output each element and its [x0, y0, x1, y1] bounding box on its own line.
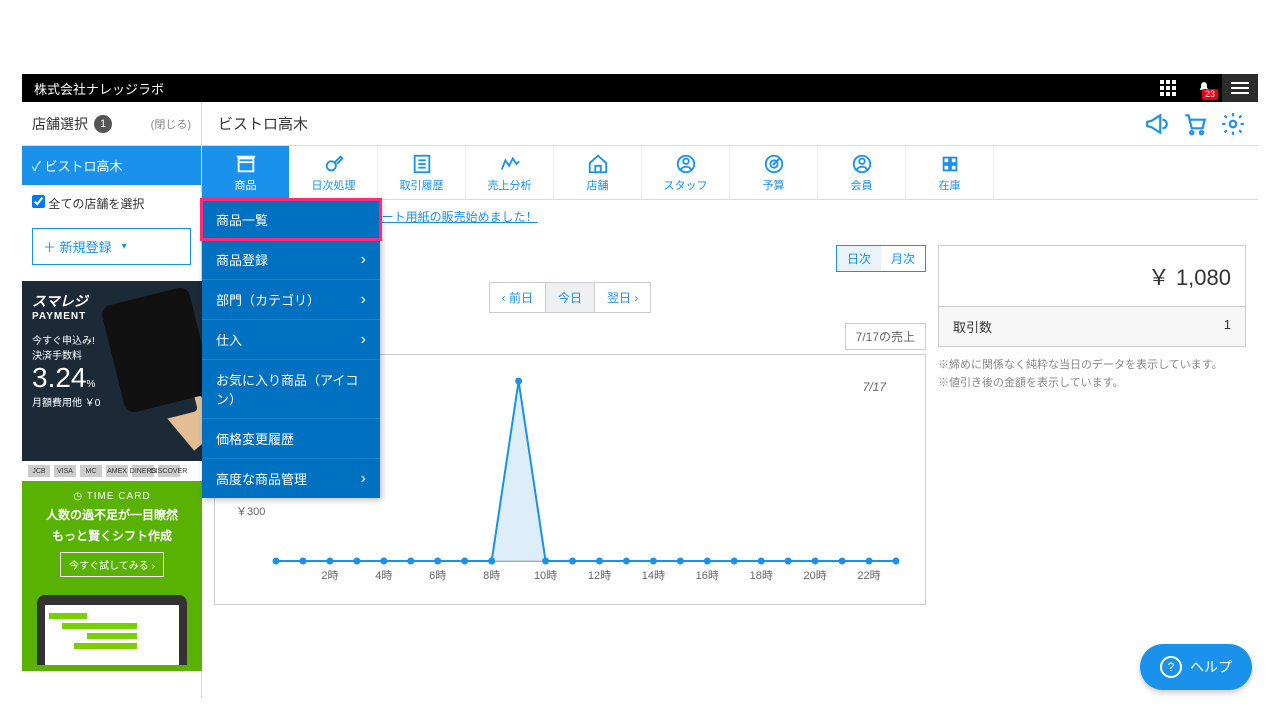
dropdown-item[interactable]: 高度な商品管理 [202, 458, 380, 498]
dropdown-item[interactable]: 部門（カテゴリ） [202, 279, 380, 319]
bell-icon[interactable]: 23 [1186, 74, 1222, 102]
tab-商品[interactable]: 商品 [202, 146, 290, 199]
card-brands-row: JCBVISAMCAMEXDINERSDISCOVER [22, 461, 202, 481]
svg-text:12時: 12時 [588, 569, 611, 582]
summary-panel: ￥ 1,080 取引数 1 [938, 245, 1246, 347]
product-dropdown: 商品一覧商品登録部門（カテゴリ）仕入お気に入り商品（アイコン）価格変更履歴高度な… [202, 200, 380, 498]
view-toggle: 日次 月次 [836, 245, 926, 272]
tab-在庫[interactable]: 在庫 [906, 146, 994, 199]
summary-tx-label: 取引数 [953, 317, 992, 336]
sidebar: ビストロ高木 全ての店舗を選択 ＋ 新規登録 スマレジ PAYMENT 今すぐ申… [22, 146, 202, 698]
svg-text:14時: 14時 [642, 569, 665, 582]
store-name: ビストロ高木 [202, 113, 1144, 134]
tab-会員[interactable]: 会員 [818, 146, 906, 199]
tab-取引履歴[interactable]: 取引履歴 [378, 146, 466, 199]
main-area: 商品日次処理取引履歴売上分析店舗スタッフ予算会員在庫 商品一覧商品登録部門（カテ… [202, 146, 1258, 698]
store-close-link[interactable]: (閉じる) [151, 116, 191, 132]
svg-text:￥300: ￥300 [236, 506, 265, 518]
svg-text:4時: 4時 [375, 569, 392, 582]
tab-スタッフ[interactable]: スタッフ [642, 146, 730, 199]
announce-icon[interactable] [1144, 111, 1170, 137]
gear-icon[interactable] [1220, 111, 1246, 137]
tab-予算[interactable]: 予算 [730, 146, 818, 199]
sidebar-selected-store[interactable]: ビストロ高木 [22, 146, 201, 185]
svg-text:6時: 6時 [429, 569, 446, 582]
promo-timecard[interactable]: TIME CARD 人数の過不足が一目瞭然 もっと賢くシフト作成 今すぐ試してみ… [22, 481, 202, 671]
cart-icon[interactable] [1182, 111, 1208, 137]
svg-text:7/17: 7/17 [863, 380, 888, 394]
notif-count-badge: 23 [1202, 89, 1218, 100]
tab-店舗[interactable]: 店舗 [554, 146, 642, 199]
toggle-daily[interactable]: 日次 [837, 246, 881, 271]
dropdown-item[interactable]: 仕入 [202, 319, 380, 359]
hamburger-icon[interactable] [1222, 74, 1258, 102]
date-today[interactable]: 今日 [546, 283, 595, 312]
store-selector[interactable]: 店舗選択 1 (閉じる) [22, 102, 202, 145]
svg-text:22時: 22時 [857, 569, 880, 582]
new-register-button[interactable]: ＋ 新規登録 [32, 228, 191, 265]
svg-text:20時: 20時 [804, 569, 827, 582]
store-count-badge: 1 [94, 115, 112, 133]
svg-text:10時: 10時 [534, 569, 557, 582]
all-stores-checkbox[interactable]: 全ての店舗を選択 [22, 185, 201, 222]
help-button[interactable]: ヘルプ [1140, 644, 1252, 690]
promo-smaregi-payment[interactable]: スマレジ PAYMENT 今すぐ申込み! 決済手数料 3.24% 月額費用他 ￥… [22, 281, 202, 461]
svg-text:18時: 18時 [750, 569, 773, 582]
secondary-header: 店舗選択 1 (閉じる) ビストロ高木 [22, 102, 1258, 146]
svg-text:2時: 2時 [321, 569, 338, 582]
summary-notes: ※締めに関係なく純粋な当日のデータを表示しています。※値引き後の金額を表示してい… [938, 357, 1246, 392]
dropdown-item[interactable]: 商品登録 [202, 239, 380, 279]
dropdown-item[interactable]: 価格変更履歴 [202, 418, 380, 458]
dropdown-item[interactable]: お気に入り商品（アイコン） [202, 359, 380, 418]
tab-売上分析[interactable]: 売上分析 [466, 146, 554, 199]
date-pager: ‹ 前日 今日 翌日 › [489, 282, 652, 313]
date-next[interactable]: 翌日 › [595, 283, 650, 312]
nav-tabs: 商品日次処理取引履歴売上分析店舗スタッフ予算会員在庫 [202, 146, 1258, 200]
tab-日次処理[interactable]: 日次処理 [290, 146, 378, 199]
summary-tx-count: 1 [1224, 317, 1231, 336]
dropdown-item[interactable]: 商品一覧 [202, 200, 380, 239]
toggle-monthly[interactable]: 月次 [881, 246, 925, 271]
company-name: 株式会社ナレッジラボ [34, 79, 164, 98]
svg-text:16時: 16時 [696, 569, 719, 582]
top-bar: 株式会社ナレッジラボ 23 [22, 74, 1258, 102]
summary-amount: ￥ 1,080 [939, 246, 1245, 306]
date-prev[interactable]: ‹ 前日 [490, 283, 546, 312]
svg-text:8時: 8時 [483, 569, 500, 582]
apps-icon[interactable] [1150, 74, 1186, 102]
chart-legend-button[interactable]: 7/17の売上 [845, 323, 926, 350]
